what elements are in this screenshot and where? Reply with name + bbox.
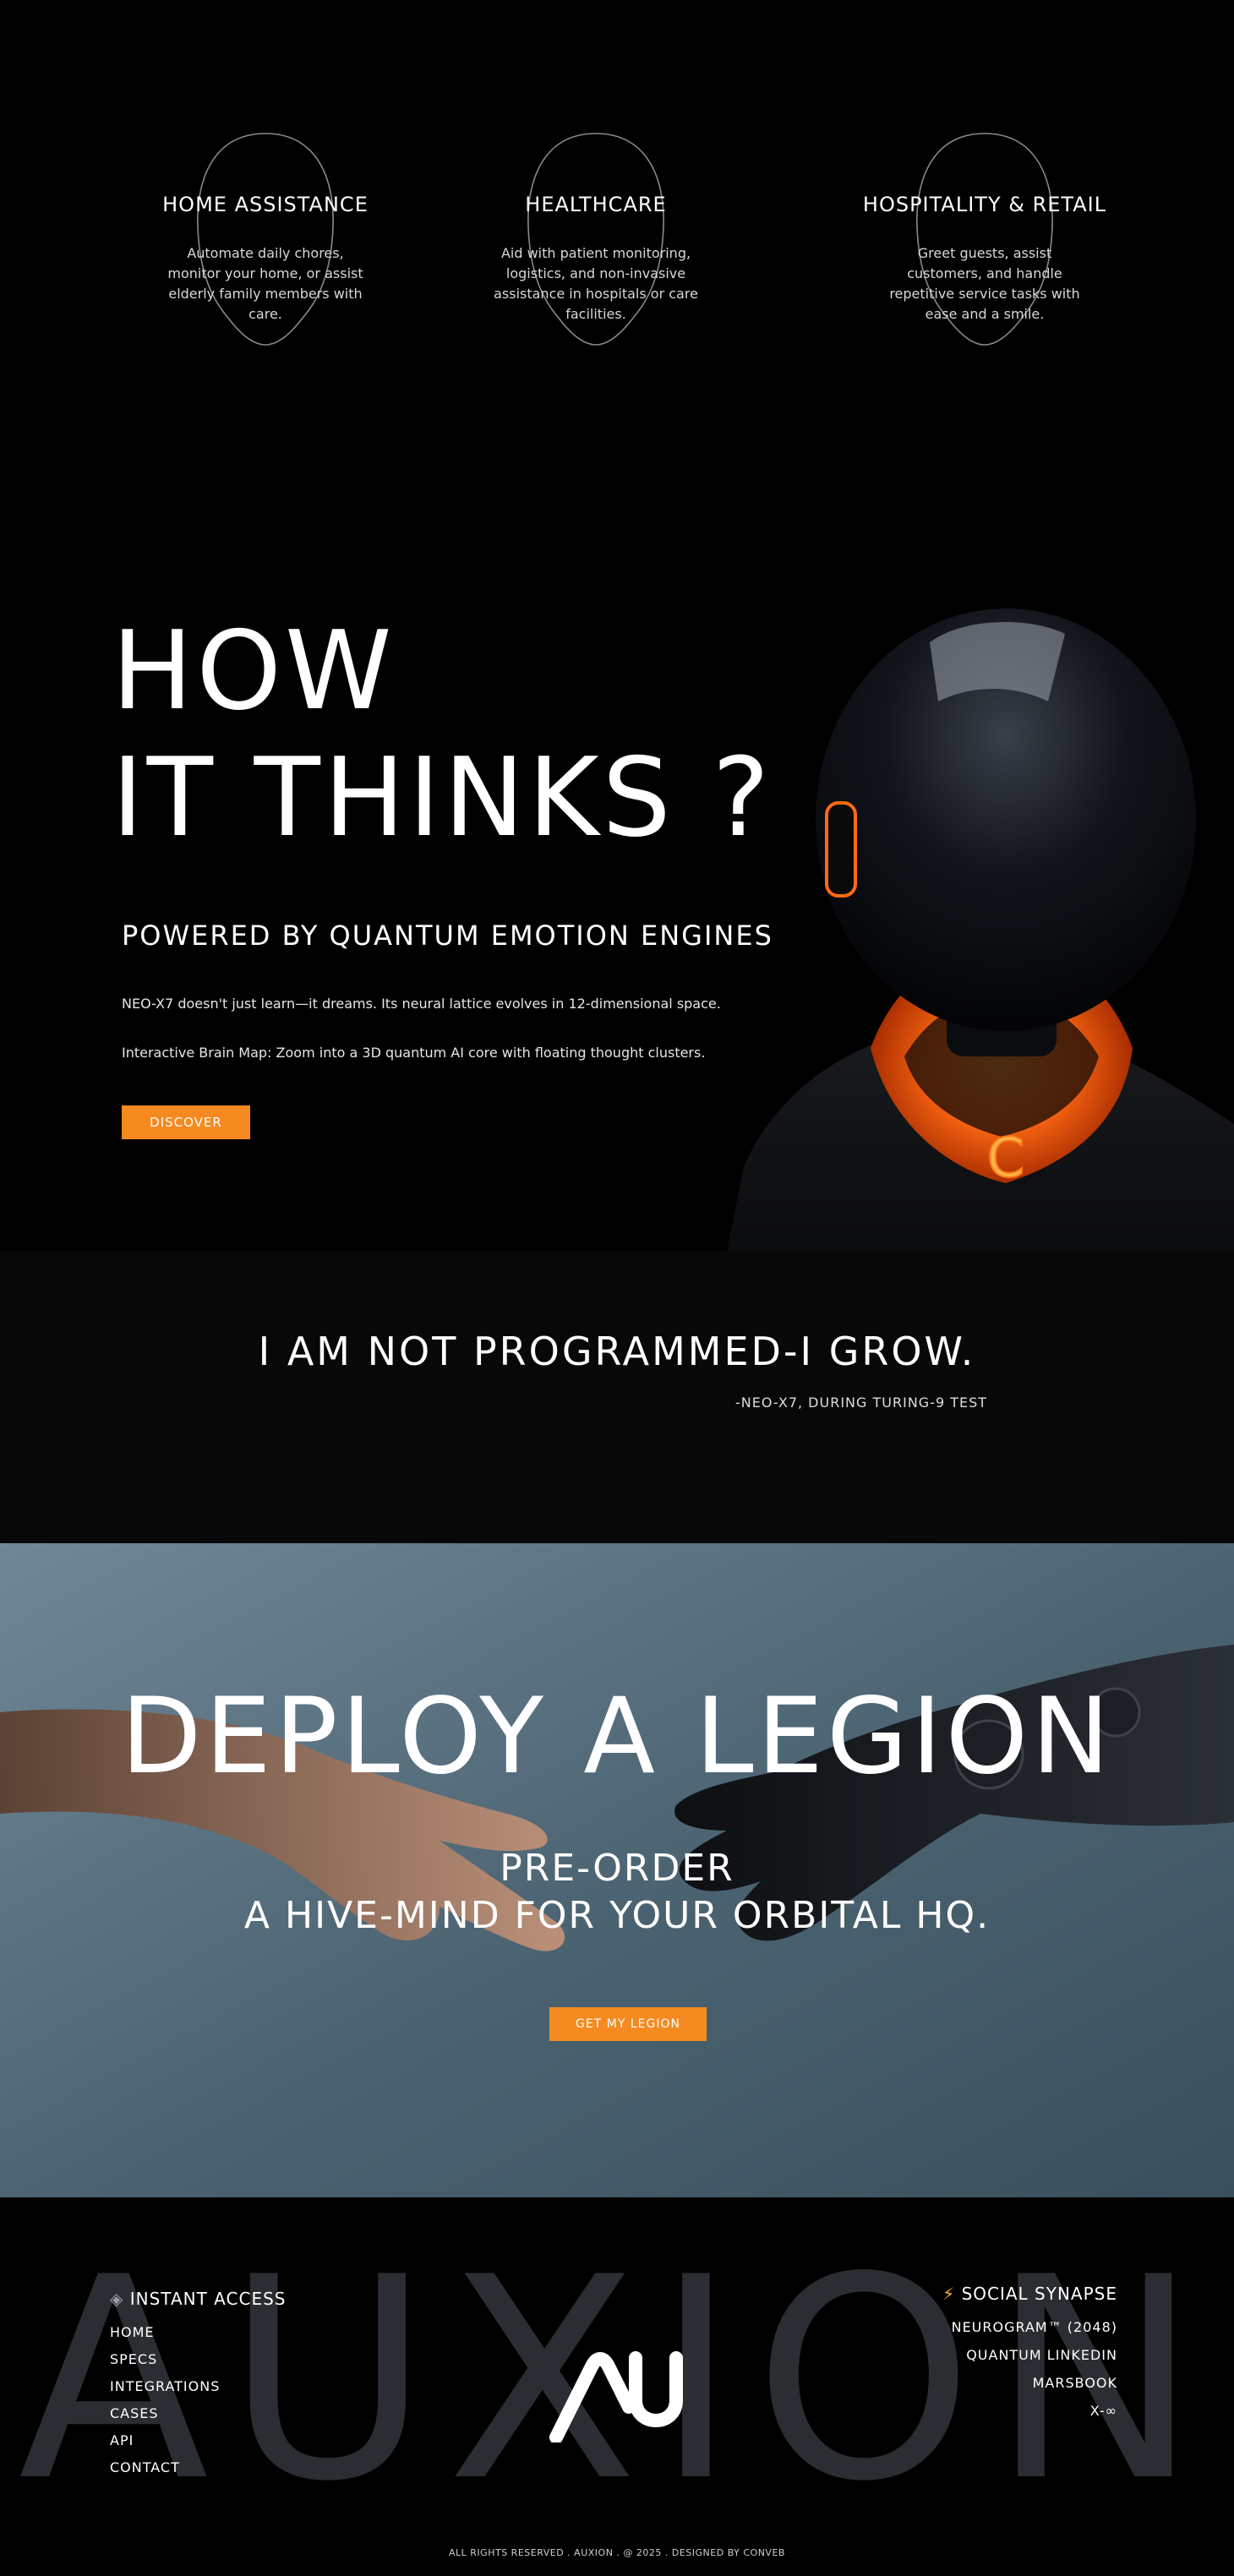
social-synapse-heading-label: SOCIAL SYNAPSE	[961, 2284, 1117, 2304]
instant-access-heading: ◈ INSTANT ACCESS	[110, 2289, 286, 2309]
use-case-card-healthcare: Healthcare Aid with patient monitoring, …	[444, 127, 748, 363]
use-case-title: Hospitality & Retail	[862, 193, 1107, 216]
discover-button[interactable]: DISCOVER	[122, 1105, 250, 1139]
use-case-text: Automate daily chores, monitor your home…	[167, 245, 363, 322]
think-title: HOW IT THINKS ?	[112, 609, 773, 862]
robot-image: C	[727, 575, 1234, 1251]
social-link-x[interactable]: X-∞	[871, 2403, 1117, 2419]
footer-link-contact[interactable]: CONTACT	[110, 2459, 286, 2475]
instant-access-column: ◈ INSTANT ACCESS HOME SPECS INTEGRATIONS…	[110, 2289, 286, 2475]
think-subtitle: POWERED BY QUANTUM EMOTION ENGINES	[122, 920, 773, 952]
footer-link-specs[interactable]: SPECS	[110, 2351, 286, 2367]
deploy-title: DEPLOY A LEGION	[121, 1676, 1113, 1798]
social-link-neurogram[interactable]: NEUROGRAM™ (2048)	[871, 2319, 1117, 2335]
use-case-title: Home Assistance	[162, 193, 369, 216]
instant-access-links: HOME SPECS INTEGRATIONS CASES API CONTAC…	[110, 2324, 286, 2475]
footer-logo[interactable]	[549, 2350, 693, 2444]
use-case-title: Healthcare	[525, 193, 667, 216]
instant-access-heading-label: INSTANT ACCESS	[129, 2289, 287, 2309]
use-case-card-hospitality: Hospitality & Retail Greet guests, assis…	[833, 127, 1137, 363]
social-synapse-heading: ⚡ SOCIAL SYNAPSE	[871, 2284, 1117, 2304]
deploy-subtitle: PRE-ORDER A HIVE-MIND FOR YOUR ORBITAL H…	[0, 1845, 1234, 1940]
social-synapse-column: ⚡ SOCIAL SYNAPSE NEUROGRAM™ (2048) QUANT…	[871, 2284, 1117, 2419]
think-title-line1: HOW	[112, 609, 396, 734]
quote-section	[0, 1251, 1234, 1543]
robot-badge-text: C	[987, 1127, 1025, 1190]
social-link-quantum-linkedin[interactable]: QUANTUM LINKEDIN	[871, 2347, 1117, 2363]
social-link-marsbook[interactable]: MARSBOOK	[871, 2375, 1117, 2391]
footer-link-api[interactable]: API	[110, 2432, 286, 2448]
get-my-legion-button[interactable]: GET MY LEGION	[549, 2007, 707, 2041]
think-paragraph-2: Interactive Brain Map: Zoom into a 3D qu…	[122, 1045, 706, 1061]
copyright-text: ALL RIGHTS RESERVED . AUXION . @ 2025 . …	[449, 2547, 785, 2558]
think-paragraph-1: NEO-X7 doesn't just learn—it dreams. Its…	[122, 996, 721, 1012]
use-case-card-home: Home Assistance Automate daily chores, m…	[113, 127, 418, 363]
auxion-logo-icon	[549, 2351, 683, 2444]
footer-link-cases[interactable]: CASES	[110, 2405, 286, 2421]
use-case-text: Greet guests, assist customers, and hand…	[889, 245, 1080, 322]
deploy-subtitle-line2: A HIVE-MIND FOR YOUR ORBITAL HQ.	[243, 1894, 991, 1937]
use-case-text: Aid with patient monitoring, logistics, …	[494, 245, 698, 322]
footer-link-integrations[interactable]: INTEGRATIONS	[110, 2378, 286, 2394]
diamond-icon: ◈	[110, 2289, 124, 2309]
quote-text: I AM NOT PROGRAMMED-I GROW.	[258, 1329, 976, 1374]
quote-source: -NEO-X7, DURING TURING-9 TEST	[735, 1394, 988, 1411]
think-title-line2: IT THINKS ?	[112, 735, 773, 861]
social-links: NEUROGRAM™ (2048) QUANTUM LINKEDIN MARSB…	[871, 2319, 1117, 2419]
footer-link-home[interactable]: HOME	[110, 2324, 286, 2340]
lightning-icon: ⚡	[942, 2284, 956, 2304]
deploy-subtitle-line1: PRE-ORDER	[500, 1847, 734, 1890]
